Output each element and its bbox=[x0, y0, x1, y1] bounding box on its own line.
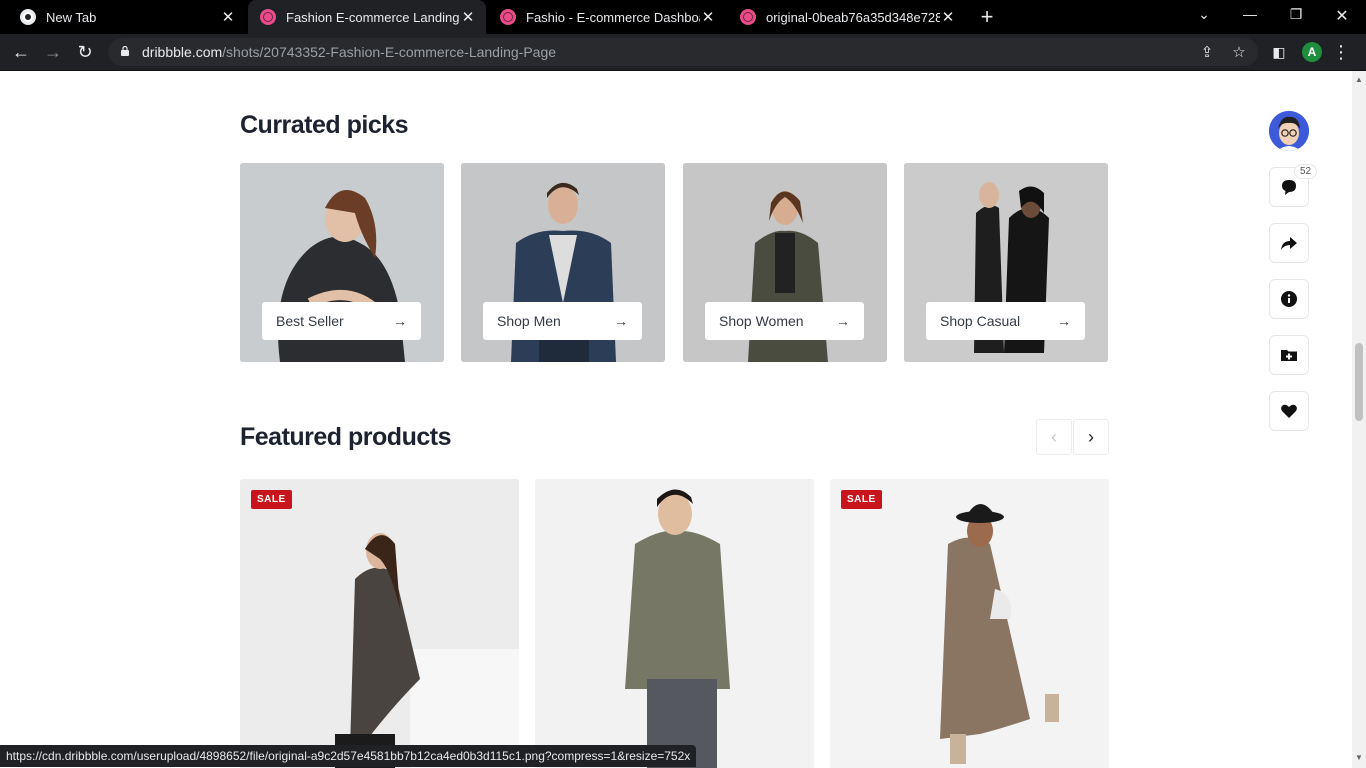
new-tab-plus-icon[interactable]: + bbox=[976, 4, 998, 30]
tab-title: original-0beab76a35d348e728b9 bbox=[766, 9, 940, 25]
close-icon[interactable]: ✕ bbox=[940, 8, 956, 26]
restore-icon[interactable]: ❐ bbox=[1286, 6, 1306, 23]
side-panel-icon[interactable]: ◧ bbox=[1268, 41, 1290, 63]
dribbble-icon bbox=[260, 9, 276, 25]
page-content: Currated picks Best Seller → Shop Men → bbox=[0, 71, 1352, 768]
tab-original-image[interactable]: original-0beab76a35d348e728b9 ✕ bbox=[728, 0, 966, 34]
close-icon[interactable]: ✕ bbox=[460, 8, 476, 26]
arrow-right-icon: → bbox=[614, 313, 628, 329]
avatar-illustration bbox=[1269, 111, 1309, 151]
scroll-up-icon[interactable]: ▲ bbox=[1355, 75, 1363, 84]
back-arrow-icon[interactable]: ← bbox=[10, 41, 32, 63]
tab-search-chevron-icon[interactable]: ⌄ bbox=[1194, 6, 1214, 23]
tab-title: Fashio - E-commerce Dashboard bbox=[526, 9, 700, 25]
shop-women-button[interactable]: Shop Women → bbox=[705, 302, 864, 340]
product-card[interactable] bbox=[535, 479, 814, 768]
product-photo bbox=[830, 479, 1109, 768]
product-photo bbox=[240, 479, 519, 768]
curated-card-shop-casual[interactable]: Shop Casual → bbox=[904, 163, 1108, 362]
curated-card-best-seller[interactable]: Best Seller → bbox=[240, 163, 444, 362]
designer-avatar[interactable] bbox=[1269, 111, 1309, 151]
dribbble-icon bbox=[740, 9, 756, 25]
arrow-right-icon: → bbox=[1057, 313, 1071, 329]
tab-fashion-landing[interactable]: Fashion E-commerce Landing Pag ✕ bbox=[248, 0, 486, 34]
curated-card-shop-women[interactable]: Shop Women → bbox=[683, 163, 887, 362]
tab-strip: New Tab ✕ Fashion E-commerce Landing Pag… bbox=[0, 0, 1366, 34]
reload-icon[interactable]: ↻ bbox=[74, 41, 96, 63]
info-button[interactable] bbox=[1269, 279, 1309, 319]
tab-title: Fashion E-commerce Landing Pag bbox=[286, 9, 460, 25]
chrome-icon bbox=[20, 9, 36, 25]
curated-picks-title: Currated picks bbox=[240, 111, 409, 139]
url-host: dribbble.com bbox=[142, 44, 223, 60]
shop-casual-label: Shop Casual bbox=[940, 313, 1021, 329]
address-bar[interactable]: dribbble.com/shots/20743352-Fashion-E-co… bbox=[108, 38, 1258, 66]
dribbble-icon bbox=[500, 9, 516, 25]
sale-badge: SALE bbox=[841, 490, 882, 509]
curated-card-shop-men[interactable]: Shop Men → bbox=[461, 163, 665, 362]
share-button[interactable] bbox=[1269, 223, 1309, 263]
tab-new-tab[interactable]: New Tab ✕ bbox=[8, 0, 246, 34]
url-text: dribbble.com/shots/20743352-Fashion-E-co… bbox=[142, 44, 556, 60]
carousel-prev-button[interactable]: ‹ bbox=[1036, 419, 1072, 455]
add-to-collection-button[interactable] bbox=[1269, 335, 1309, 375]
product-card[interactable]: SALE bbox=[830, 479, 1109, 768]
like-icon bbox=[1281, 404, 1297, 418]
share-page-icon[interactable]: ⇪ bbox=[1198, 43, 1216, 61]
comment-icon bbox=[1282, 180, 1296, 195]
share-icon bbox=[1281, 237, 1297, 250]
link-status-bar: https://cdn.dribbble.com/userupload/4898… bbox=[0, 745, 697, 767]
info-icon bbox=[1281, 291, 1297, 307]
vertical-scrollbar[interactable]: ▲ ▼ bbox=[1352, 71, 1366, 768]
product-photo bbox=[535, 479, 814, 768]
best-seller-label: Best Seller bbox=[276, 313, 344, 329]
shop-men-button[interactable]: Shop Men → bbox=[483, 302, 642, 340]
like-button[interactable] bbox=[1269, 391, 1309, 431]
best-seller-button[interactable]: Best Seller → bbox=[262, 302, 421, 340]
lock-icon bbox=[121, 46, 129, 56]
browser-toolbar: ← → ↻ dribbble.com/shots/20743352-Fashio… bbox=[0, 34, 1366, 71]
arrow-right-icon: → bbox=[836, 313, 850, 329]
featured-products-title: Featured products bbox=[240, 423, 451, 451]
window-close-icon[interactable]: ✕ bbox=[1332, 6, 1352, 26]
scroll-down-icon[interactable]: ▼ bbox=[1355, 753, 1363, 762]
product-card[interactable]: SALE bbox=[240, 479, 519, 768]
close-icon[interactable]: ✕ bbox=[700, 8, 716, 26]
add-to-collection-icon bbox=[1281, 350, 1297, 361]
comment-count-badge: 52 bbox=[1294, 164, 1318, 179]
bookmark-star-icon[interactable]: ☆ bbox=[1230, 43, 1248, 61]
kebab-menu-icon[interactable]: ⋮ bbox=[1330, 41, 1352, 63]
forward-arrow-icon[interactable]: → bbox=[42, 41, 64, 63]
arrow-right-icon: → bbox=[393, 313, 407, 329]
tab-title: New Tab bbox=[46, 9, 97, 25]
tab-fashio-dashboard[interactable]: Fashio - E-commerce Dashboard ✕ bbox=[488, 0, 726, 34]
profile-avatar[interactable]: A bbox=[1302, 42, 1322, 62]
minimize-icon[interactable]: — bbox=[1240, 6, 1260, 22]
carousel-next-button[interactable]: › bbox=[1073, 419, 1109, 455]
url-path: /shots/20743352-Fashion-E-commerce-Landi… bbox=[222, 44, 557, 60]
shop-women-label: Shop Women bbox=[719, 313, 804, 329]
shop-men-label: Shop Men bbox=[497, 313, 561, 329]
scroll-thumb[interactable] bbox=[1355, 343, 1363, 421]
close-icon[interactable]: ✕ bbox=[220, 8, 236, 26]
sale-badge: SALE bbox=[251, 490, 292, 509]
shop-casual-button[interactable]: Shop Casual → bbox=[926, 302, 1085, 340]
